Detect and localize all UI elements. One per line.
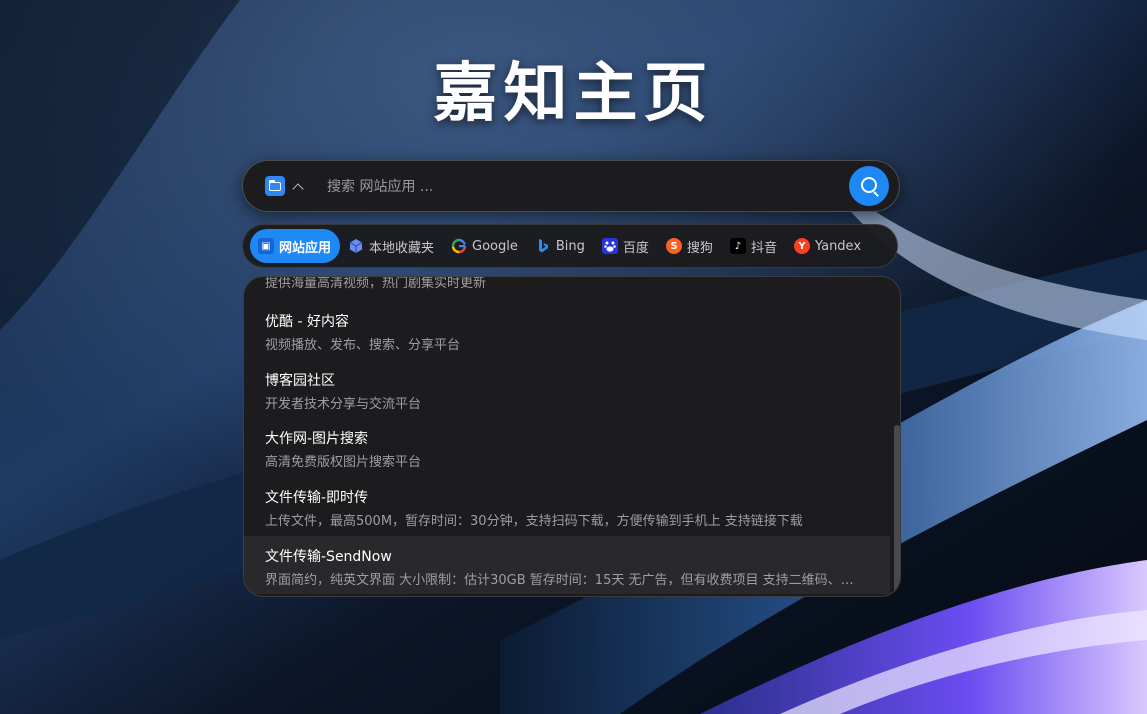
item-desc: 高清免费版权图片搜索平台 [265,455,422,470]
item-desc: 开发者技术分享与交流平台 [265,397,422,412]
list-item[interactable]: 博客园社区 开发者技术分享与交流平台 [244,360,890,418]
cube-icon [348,238,364,254]
list-item[interactable]: 文件传输-即时传 上传文件，最高500M，暂存时间：30分钟，支持扫码下载，方便… [244,477,890,535]
app-folder-icon: ▣ [258,238,274,254]
list-item[interactable]: 优酷 - 好内容 视频播放、发布、搜索、分享平台 [244,301,890,359]
dropdown-scrollbar[interactable] [894,425,900,593]
tab-douyin[interactable]: ♪ 抖音 [722,229,786,263]
item-title: 文件传输-即时传 [265,490,369,506]
item-title: 博客园社区 [265,373,335,389]
tab-yandex[interactable]: Y Yandex [786,229,870,263]
tab-label: 抖音 [750,240,777,256]
yandex-icon: Y [793,238,810,254]
tab-label: Yandex [814,238,862,254]
google-icon [451,238,467,254]
tab-label: 搜狗 [686,240,713,256]
sogou-icon: S [665,238,682,254]
tab-label: Google [472,238,518,254]
tab-label: Bing [555,238,585,254]
app-folder-icon [265,176,285,196]
search-engine-tabs: ▣ 网站应用 本地收藏夹 Google Bing 百度 S 搜狗 ♪ 抖音 Y … [242,224,898,268]
bing-icon [535,238,551,254]
page-title: 嘉知主页 [433,57,714,131]
search-source-selector[interactable] [265,176,304,196]
tab-local-favorites[interactable]: 本地收藏夹 [340,229,443,263]
tab-label: 百度 [622,240,649,256]
tab-label: 本地收藏夹 [369,240,435,256]
search-button[interactable] [849,166,889,206]
item-desc: 上传文件，最高500M，暂存时间：30分钟，支持扫码下载，方便传输到手机上 支持… [265,514,803,529]
tab-baidu[interactable]: 百度 [594,229,658,263]
search-icon-handle [873,191,879,197]
partial-item-desc: 提供海量高清视频，热门剧集实时更新 [265,276,487,291]
baidu-icon [601,238,618,254]
item-title: 文件传输-SendNow [265,549,392,565]
tab-web-apps[interactable]: ▣ 网站应用 [250,229,341,263]
tab-sogou[interactable]: S 搜狗 [658,229,722,263]
list-item[interactable]: 大作网-图片搜索 高清免费版权图片搜索平台 [244,418,890,476]
item-title: 优酷 - 好内容 [265,314,349,330]
suggestion-dropdown: 提供海量高清视频，热门剧集实时更新 优酷 - 好内容 视频播放、发布、搜索、分享… [243,276,901,597]
douyin-icon: ♪ [729,238,746,254]
item-title: 大作网-图片搜索 [265,431,369,447]
search-input[interactable] [325,173,849,201]
tab-bing[interactable]: Bing [527,229,594,263]
chevron-up-icon [292,182,304,195]
tab-label: 网站应用 [279,240,332,256]
item-desc: 视频播放、发布、搜索、分享平台 [265,338,461,353]
search-bar [242,160,900,212]
tab-google[interactable]: Google [443,229,527,263]
item-desc: 界面简约，纯英文界面 大小限制：估计30GB 暂存时间：15天 无广告，但有收费… [265,573,865,588]
list-item-highlighted[interactable]: 文件传输-SendNow 界面简约，纯英文界面 大小限制：估计30GB 暂存时间… [244,536,890,594]
